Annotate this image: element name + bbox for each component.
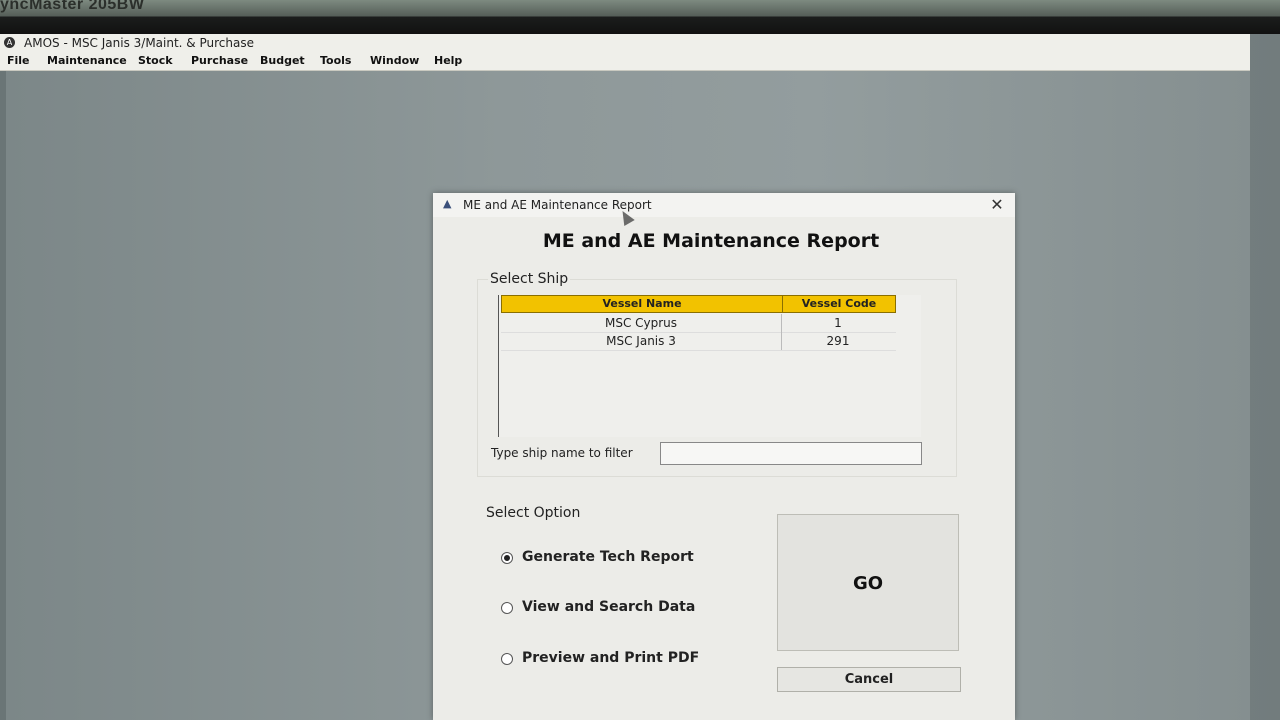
menu-maintenance[interactable]: Maintenance (47, 54, 127, 67)
radio-label: Generate Tech Report (522, 549, 694, 565)
column-header-vessel-code[interactable]: Vessel Code (782, 295, 896, 313)
vessel-code-cell: 291 (826, 334, 850, 348)
menubar: File Maintenance Stock Purchase Budget T… (0, 52, 1250, 71)
vessel-name-cell: MSC Cyprus (501, 314, 782, 332)
table-row[interactable]: MSC Cyprus 1 (501, 314, 896, 333)
select-option-label: Select Option (486, 505, 581, 521)
ship-filter-input[interactable] (660, 442, 922, 465)
radio-label: Preview and Print PDF (522, 650, 700, 666)
dialog-titlebar[interactable]: ▲ ME and AE Maintenance Report ✕ (433, 193, 1015, 217)
app-triangle-icon: ▲ (443, 197, 452, 210)
vessel-code-cell: 1 (834, 316, 842, 330)
menu-budget[interactable]: Budget (260, 54, 305, 67)
menu-file[interactable]: File (7, 54, 30, 67)
cancel-button[interactable]: Cancel (777, 667, 961, 692)
app-titlebar: A AMOS - MSC Janis 3/Maint. & Purchase (0, 34, 1250, 52)
vessel-name-cell: MSC Janis 3 (501, 332, 782, 350)
filter-label: Type ship name to filter (491, 446, 633, 460)
menu-help[interactable]: Help (434, 54, 462, 67)
radio-button-selected[interactable] (501, 552, 513, 564)
app-title: AMOS - MSC Janis 3/Maint. & Purchase (24, 36, 254, 50)
menu-window[interactable]: Window (370, 54, 419, 67)
table-row[interactable]: MSC Janis 3 291 (501, 332, 896, 351)
report-heading: ME and AE Maintenance Report (542, 230, 880, 252)
amos-app-icon: A (4, 37, 15, 48)
menu-tools[interactable]: Tools (320, 54, 351, 67)
radio-button[interactable] (501, 653, 513, 665)
column-header-vessel-name[interactable]: Vessel Name (501, 295, 783, 313)
radio-label: View and Search Data (522, 599, 696, 615)
menu-purchase[interactable]: Purchase (191, 54, 248, 67)
maintenance-report-dialog: ▲ ME and AE Maintenance Report ✕ ME and … (433, 193, 1015, 720)
vessel-grid[interactable]: Vessel Name Vessel Code MSC Cyprus 1 MSC… (498, 295, 921, 437)
monitor-bezel: yncMaster 205BW (0, 0, 1280, 34)
select-ship-label: Select Ship (488, 271, 571, 287)
go-button[interactable]: GO (777, 514, 959, 651)
radio-button[interactable] (501, 602, 513, 614)
monitor-brand-label: yncMaster 205BW (0, 0, 145, 13)
close-icon[interactable]: ✕ (985, 194, 1009, 216)
menu-stock[interactable]: Stock (138, 54, 173, 67)
